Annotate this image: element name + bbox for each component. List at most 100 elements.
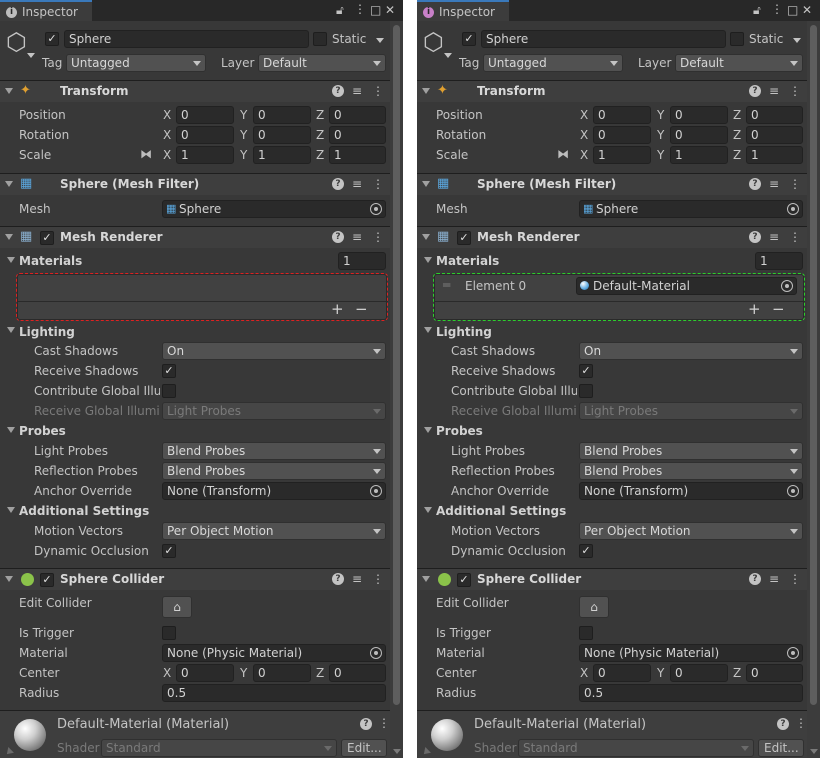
materials-size-input[interactable]: 1: [338, 252, 386, 270]
scale-x-input[interactable]: 1: [593, 146, 651, 164]
context-menu-icon[interactable]: ⋮: [789, 572, 801, 586]
fold-arrow-icon[interactable]: [422, 88, 430, 94]
radius-input[interactable]: 0.5: [579, 684, 803, 702]
tag-dropdown[interactable]: Untagged: [483, 54, 623, 72]
preset-icon[interactable]: ≡: [352, 84, 362, 98]
rotation-x-input[interactable]: 0: [593, 126, 651, 144]
x-label[interactable]: X: [163, 128, 171, 142]
is-trigger-checkbox[interactable]: [579, 626, 593, 640]
rotation-x-input[interactable]: 0: [176, 126, 234, 144]
materials-list[interactable]: + −: [16, 273, 388, 321]
mesh-object-field[interactable]: ▦ Sphere: [579, 200, 803, 218]
mesh-renderer-header[interactable]: ▦ ✓ Mesh Renderer ? ≡ ⋮: [417, 226, 820, 248]
static-dropdown-icon[interactable]: [376, 38, 384, 43]
context-menu-icon[interactable]: ⋮: [789, 177, 801, 191]
fold-arrow-icon[interactable]: [424, 257, 432, 263]
object-picker-icon[interactable]: [370, 485, 382, 497]
tag-dropdown[interactable]: Untagged: [66, 54, 206, 72]
anchor-override-field[interactable]: None (Transform): [162, 482, 386, 500]
context-menu-icon[interactable]: ⋮: [795, 716, 807, 730]
lock-icon[interactable]: 🔓︎: [336, 3, 344, 17]
fold-arrow-icon[interactable]: [5, 576, 13, 582]
fold-arrow-icon[interactable]: [5, 88, 13, 94]
z-label[interactable]: Z: [733, 148, 741, 162]
preset-icon[interactable]: ≡: [352, 572, 362, 586]
reflection-probes-dropdown[interactable]: Blend Probes: [162, 462, 386, 480]
y-label[interactable]: Y: [657, 108, 664, 122]
sphere-collider-enabled-checkbox[interactable]: ✓: [457, 573, 471, 587]
light-probes-dropdown[interactable]: Blend Probes: [579, 442, 803, 460]
static-dropdown-icon[interactable]: [793, 38, 801, 43]
context-menu-icon[interactable]: ⋮: [789, 230, 801, 244]
context-menu-icon[interactable]: ⋮: [372, 177, 384, 191]
help-icon[interactable]: ?: [749, 178, 761, 190]
position-x-input[interactable]: 0: [593, 106, 651, 124]
center-z-input[interactable]: 0: [746, 664, 803, 682]
dynamic-occlusion-checkbox[interactable]: ✓: [162, 544, 176, 558]
x-label[interactable]: X: [580, 666, 588, 680]
x-label[interactable]: X: [163, 108, 171, 122]
edit-collider-button[interactable]: ⌂: [162, 596, 192, 618]
x-label[interactable]: X: [163, 148, 171, 162]
context-menu-icon[interactable]: ⋮: [372, 572, 384, 586]
object-name-input[interactable]: Sphere: [481, 30, 726, 48]
y-label[interactable]: Y: [240, 666, 247, 680]
link-off-icon[interactable]: ⧓: [140, 147, 152, 161]
contribute-gi-checkbox[interactable]: [579, 384, 593, 398]
static-checkbox[interactable]: [313, 32, 327, 46]
additional-settings-section[interactable]: Additional Settings: [417, 502, 820, 522]
lock-icon[interactable]: 🔓︎: [753, 3, 761, 17]
transform-header[interactable]: ✦ Transform ? ≡ ⋮: [417, 80, 820, 102]
object-picker-icon[interactable]: [370, 203, 382, 215]
physic-material-field[interactable]: None (Physic Material): [579, 644, 803, 662]
help-icon[interactable]: ?: [749, 573, 761, 585]
rotation-y-input[interactable]: 0: [253, 126, 311, 144]
position-y-input[interactable]: 0: [253, 106, 311, 124]
scroll-down-icon[interactable]: [393, 749, 401, 754]
more-vertical-icon[interactable]: ⋮: [354, 2, 366, 16]
remove-element-button[interactable]: −: [772, 302, 785, 317]
cast-shadows-dropdown[interactable]: On: [162, 342, 386, 360]
light-probes-dropdown[interactable]: Blend Probes: [162, 442, 386, 460]
layer-dropdown[interactable]: Default: [675, 54, 803, 72]
active-checkbox[interactable]: ✓: [462, 32, 476, 46]
object-picker-icon[interactable]: [781, 280, 793, 292]
center-x-input[interactable]: 0: [593, 664, 651, 682]
active-checkbox[interactable]: ✓: [45, 32, 59, 46]
resize-handle-icon[interactable]: [4, 747, 14, 757]
sphere-collider-header[interactable]: ✓ Sphere Collider ? ≡ ⋮: [417, 568, 820, 590]
edit-shader-button[interactable]: Edit...: [758, 739, 804, 757]
edit-collider-button[interactable]: ⌂: [579, 596, 609, 618]
motion-vectors-dropdown[interactable]: Per Object Motion: [162, 522, 386, 540]
radius-input[interactable]: 0.5: [162, 684, 386, 702]
icon-dropdown-arrow-icon[interactable]: [27, 53, 35, 58]
element-0-material-field[interactable]: Default-Material: [576, 277, 797, 295]
z-label[interactable]: Z: [733, 666, 741, 680]
is-trigger-checkbox[interactable]: [162, 626, 176, 640]
help-icon[interactable]: ?: [332, 573, 344, 585]
y-label[interactable]: Y: [240, 108, 247, 122]
x-label[interactable]: X: [580, 108, 588, 122]
close-icon[interactable]: ✕: [385, 3, 395, 17]
mesh-renderer-enabled-checkbox[interactable]: ✓: [40, 231, 54, 245]
anchor-override-field[interactable]: None (Transform): [579, 482, 803, 500]
static-checkbox[interactable]: [730, 32, 744, 46]
help-icon[interactable]: ?: [749, 231, 761, 243]
help-icon[interactable]: ?: [777, 718, 789, 730]
maximize-icon[interactable]: □: [370, 3, 381, 17]
lighting-section[interactable]: Lighting: [417, 322, 820, 342]
rotation-y-input[interactable]: 0: [670, 126, 728, 144]
preset-icon[interactable]: ≡: [769, 177, 779, 191]
scrollbar-thumb[interactable]: [393, 25, 400, 705]
y-label[interactable]: Y: [657, 128, 664, 142]
fold-arrow-icon[interactable]: [422, 181, 430, 187]
center-y-input[interactable]: 0: [670, 664, 728, 682]
materials-list[interactable]: ═ Element 0 Default-Material + −: [433, 273, 805, 321]
rotation-z-input[interactable]: 0: [746, 126, 803, 144]
help-icon[interactable]: ?: [749, 85, 761, 97]
mesh-object-field[interactable]: ▦ Sphere: [162, 200, 386, 218]
fold-arrow-icon[interactable]: [7, 427, 15, 433]
context-menu-icon[interactable]: ⋮: [378, 716, 390, 730]
fold-arrow-icon[interactable]: [5, 234, 13, 240]
scrollbar-thumb[interactable]: [810, 25, 817, 705]
